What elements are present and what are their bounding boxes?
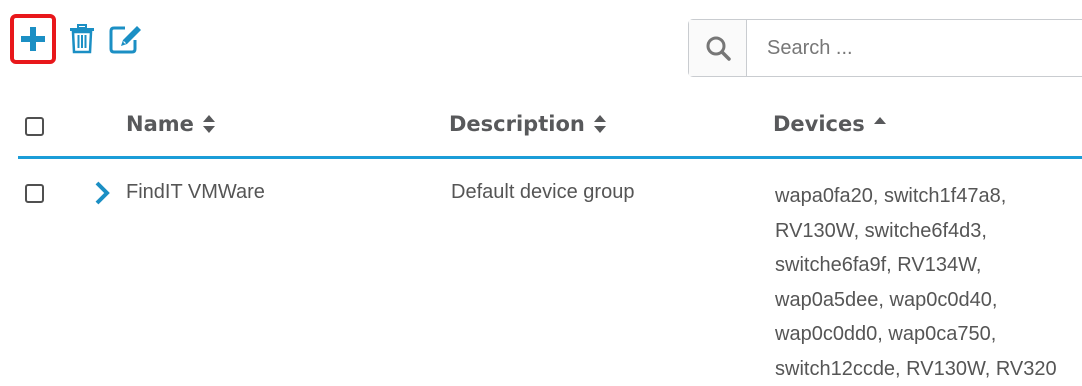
cell-devices: wapa0fa20, switch1f47a8, RV130W, switche… [775,179,1075,386]
column-header-name[interactable]: Name [126,112,216,136]
column-header-label: Devices [773,112,865,136]
header-divider [18,156,1082,159]
toolbar [10,14,146,64]
device-list-line: switche6fa9f, RV134W, [775,248,1075,283]
column-header-devices[interactable]: Devices [773,112,887,136]
column-header-label: Name [126,112,194,136]
cell-name: FindIT VMWare [126,181,265,204]
sort-both-icon [202,114,216,134]
table-header: Name Description Devices [0,100,1082,158]
trash-icon [69,24,95,54]
search-input[interactable] [747,20,1082,76]
device-list-line: wap0c0dd0, wap0ca750, [775,317,1075,352]
cell-description: Default device group [451,181,634,204]
delete-button[interactable] [64,14,100,64]
search-button[interactable] [689,20,747,76]
column-header-description[interactable]: Description [449,112,607,136]
device-list-line: RV130W, switche6f4d3, [775,214,1075,249]
add-button[interactable] [10,14,56,64]
plus-icon [20,26,46,52]
device-list-line: switch12ccde, RV130W, RV320 [775,352,1075,386]
sort-both-icon [593,114,607,134]
column-header-label: Description [449,112,585,136]
search-box [688,19,1082,77]
device-list-line: wapa0fa20, switch1f47a8, [775,179,1075,214]
sort-ascending-icon [873,114,887,134]
chevron-right-icon[interactable] [92,180,112,206]
select-all-checkbox[interactable] [25,117,44,136]
device-list-line: wap0a5dee, wap0c0d40, [775,283,1075,318]
row-checkbox[interactable] [25,184,44,203]
edit-button[interactable] [106,14,146,64]
edit-icon [109,24,143,54]
search-icon [705,35,731,61]
